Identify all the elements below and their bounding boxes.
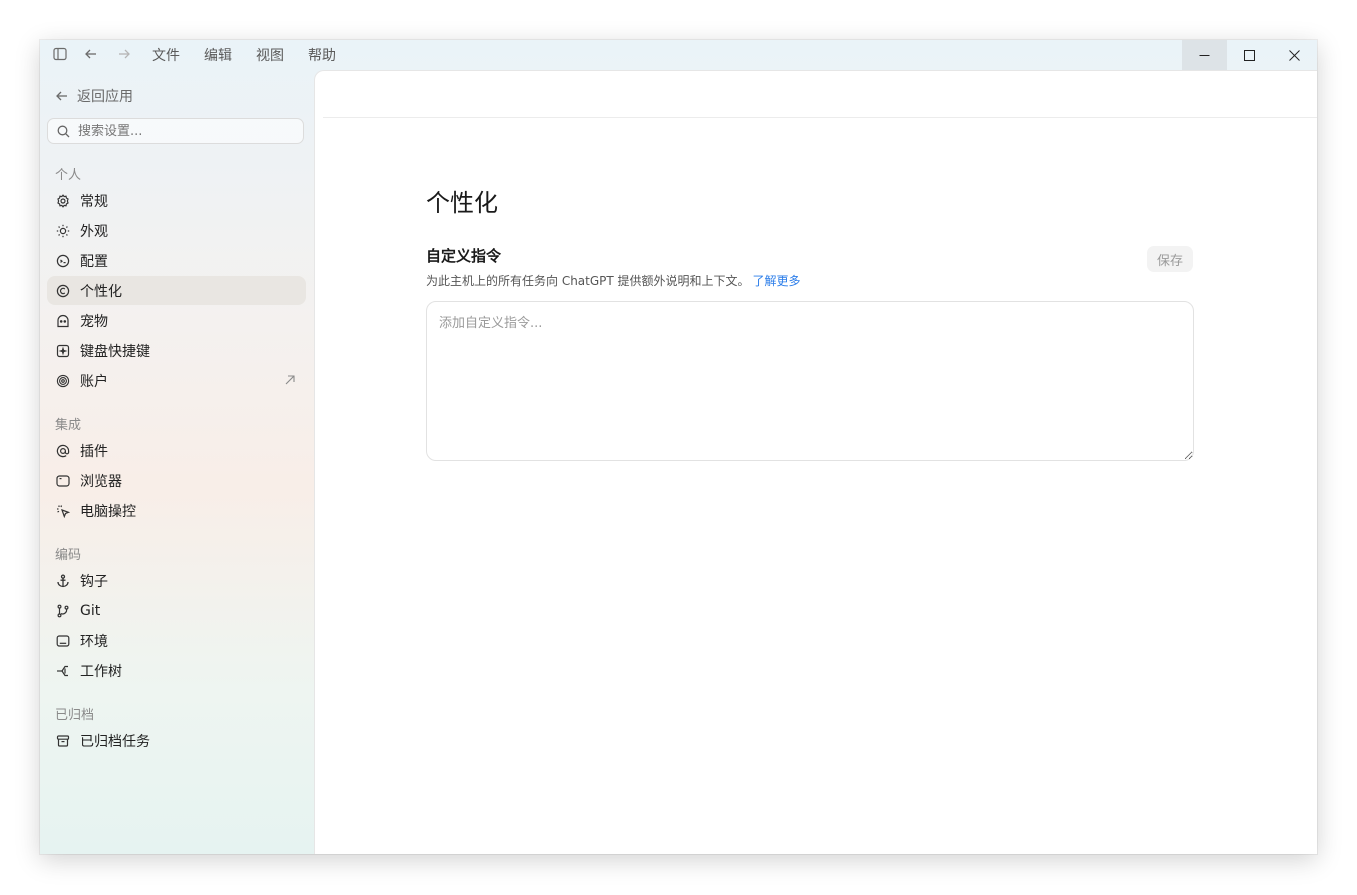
search-icon <box>57 125 70 137</box>
sidebar-item-general[interactable]: 常规 <box>47 186 306 215</box>
openai-icon <box>56 374 70 388</box>
sidebar-item-plugins[interactable]: 插件 <box>47 436 306 465</box>
settings-search[interactable] <box>47 118 304 144</box>
settings-main-panel: 个性化 自定义指令 为此主机上的所有任务向 ChatGPT 提供额外说明和上下文… <box>314 70 1317 854</box>
title-bar: 文件 编辑 视图 帮助 <box>40 40 1317 70</box>
custom-instructions-textarea[interactable] <box>426 301 1194 461</box>
sidebar-toggle-icon[interactable] <box>52 46 68 62</box>
sidebar-item-label: 插件 <box>80 443 108 460</box>
menu-view[interactable]: 视图 <box>256 45 284 65</box>
sidebar-item-personalization[interactable]: 个性化 <box>47 276 306 305</box>
maximize-icon <box>1244 49 1255 61</box>
sidebar-item-browser[interactable]: 浏览器 <box>47 466 306 495</box>
sidebar-item-worktree[interactable]: 工作树 <box>47 656 306 685</box>
custom-instructions-heading: 自定义指令 <box>426 247 502 265</box>
browser-icon <box>56 474 70 488</box>
sidebar-item-label: 宠物 <box>80 313 108 330</box>
back-arrow-icon <box>56 91 67 101</box>
sidebar-item-account[interactable]: 账户 <box>47 366 306 395</box>
sidebar-item-label: 工作树 <box>80 663 122 680</box>
pet-icon <box>56 314 70 328</box>
menu-file[interactable]: 文件 <box>152 45 180 65</box>
sidebar-item-hooks[interactable]: 钩子 <box>47 566 306 595</box>
sidebar-item-label: 键盘快捷键 <box>80 343 150 360</box>
sidebar-item-label: 个性化 <box>80 283 122 300</box>
header-divider <box>323 117 1317 118</box>
sidebar-item-label: 已归档任务 <box>80 733 150 750</box>
page-title: 个性化 <box>426 189 498 217</box>
forward-arrow-icon[interactable] <box>116 46 132 62</box>
sidebar-item-label: 配置 <box>80 253 108 270</box>
config-icon <box>56 254 70 268</box>
sun-icon <box>56 224 70 238</box>
custom-instructions-description: 为此主机上的所有任务向 ChatGPT 提供额外说明和上下文。 了解更多 <box>426 272 801 289</box>
sidebar-item-archived-tasks[interactable]: 已归档任务 <box>47 726 306 755</box>
close-icon <box>1289 49 1300 61</box>
sidebar-item-computer-control[interactable]: 电脑操控 <box>47 496 306 525</box>
back-arrow-icon[interactable] <box>83 46 99 62</box>
sidebar-item-label: 浏览器 <box>80 473 122 490</box>
git-branch-icon <box>56 604 70 618</box>
back-to-app-link[interactable]: 返回应用 <box>55 86 133 106</box>
anchor-icon <box>56 573 70 588</box>
sidebar-item-config[interactable]: 配置 <box>47 246 306 275</box>
sidebar-item-appearance[interactable]: 外观 <box>47 216 306 245</box>
external-link-icon <box>284 374 296 390</box>
search-input[interactable] <box>78 123 278 139</box>
sidebar-item-label: 钩子 <box>80 573 108 590</box>
at-icon <box>56 444 70 458</box>
sidebar-item-label: 账户 <box>80 373 108 390</box>
section-title-archived: 已归档 <box>55 708 95 723</box>
learn-more-link[interactable]: 了解更多 <box>753 274 801 288</box>
keyboard-icon <box>56 344 70 358</box>
sidebar-item-label: 常规 <box>80 193 108 210</box>
menu-edit[interactable]: 编辑 <box>204 45 232 65</box>
settings-sidebar: 返回应用 个人 常规 外观 配置 <box>40 70 313 854</box>
cursor-sparkle-icon <box>56 504 70 518</box>
section-title-personal: 个人 <box>55 168 82 183</box>
minimize-button[interactable] <box>1182 40 1227 70</box>
back-to-app-label: 返回应用 <box>77 89 133 105</box>
section-title-coding: 编码 <box>55 548 82 563</box>
save-button[interactable]: 保存 <box>1147 246 1193 272</box>
window-controls <box>1182 40 1317 70</box>
sidebar-item-label: Git <box>80 602 101 619</box>
minimize-icon <box>1199 54 1210 56</box>
maximize-button[interactable] <box>1227 40 1272 70</box>
sidebar-item-git[interactable]: Git <box>47 596 306 625</box>
gear-icon <box>56 193 70 208</box>
sidebar-item-label: 外观 <box>80 223 108 240</box>
sidebar-item-label: 电脑操控 <box>80 503 136 520</box>
terminal-icon <box>56 634 70 648</box>
sidebar-item-keyboard-shortcuts[interactable]: 键盘快捷键 <box>47 336 306 365</box>
personalize-icon <box>56 284 70 298</box>
section-title-integrations: 集成 <box>55 418 82 433</box>
worktree-icon <box>56 664 70 678</box>
close-button[interactable] <box>1272 40 1317 70</box>
menu-help[interactable]: 帮助 <box>308 45 336 65</box>
app-window: 文件 编辑 视图 帮助 返回应用 个人 <box>40 40 1317 854</box>
sidebar-item-label: 环境 <box>80 633 108 650</box>
sidebar-item-environment[interactable]: 环境 <box>47 626 306 655</box>
sidebar-item-pet[interactable]: 宠物 <box>47 306 306 335</box>
description-text: 为此主机上的所有任务向 ChatGPT 提供额外说明和上下文。 <box>426 274 750 288</box>
archive-icon <box>56 734 70 748</box>
